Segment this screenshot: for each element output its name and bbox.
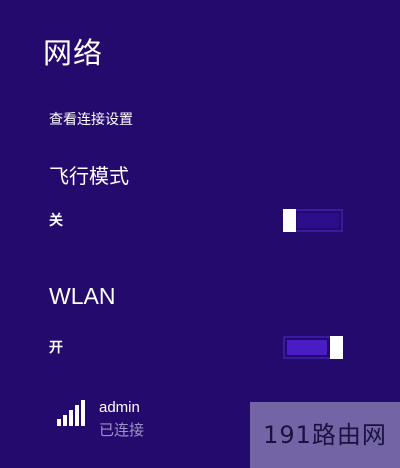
- airplane-mode-state-label: 关: [49, 213, 63, 229]
- wlan-toggle-track: [287, 340, 327, 355]
- wifi-signal-icon: [57, 400, 87, 426]
- wlan-state-label: 开: [49, 340, 63, 356]
- watermark-logo: 191路由网: [250, 402, 400, 468]
- network-status: 已连接: [99, 421, 145, 439]
- network-item-admin[interactable]: admin 已连接: [57, 396, 247, 444]
- view-connection-settings-link[interactable]: 查看连接设置: [49, 110, 133, 130]
- airplane-mode-toggle-track: [297, 213, 339, 228]
- airplane-mode-heading: 飞行模式: [49, 164, 129, 188]
- wlan-toggle-thumb[interactable]: [330, 336, 343, 359]
- wlan-heading: WLAN: [49, 283, 116, 309]
- airplane-mode-toggle[interactable]: [283, 209, 343, 232]
- airplane-mode-toggle-thumb[interactable]: [283, 209, 296, 232]
- network-name: admin: [99, 399, 140, 416]
- wlan-toggle[interactable]: [283, 336, 343, 359]
- panel-title: 网络: [43, 36, 104, 70]
